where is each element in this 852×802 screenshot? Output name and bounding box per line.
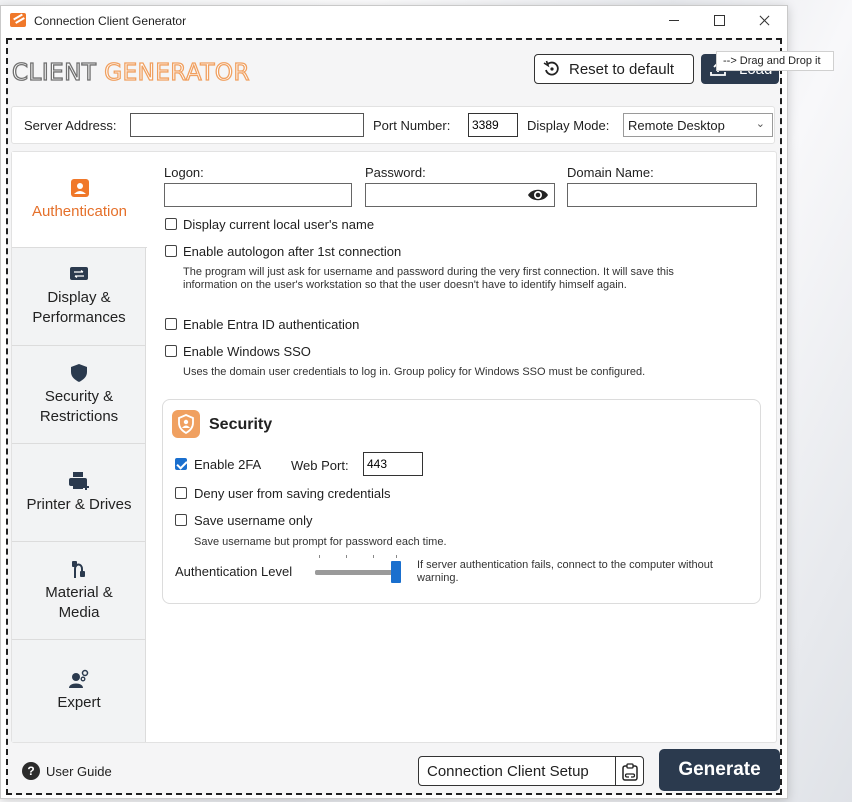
sidebar-item-label: Security & Restrictions: [39, 387, 119, 425]
windows-sso-label: Enable Windows SSO: [183, 344, 311, 359]
sidebar-item-display[interactable]: Display & Performances: [12, 248, 146, 346]
display-user-label: Display current local user's name: [183, 217, 375, 232]
slider-tick: [373, 555, 374, 558]
security-shield-icon: [172, 410, 200, 438]
enable-2fa-label: Enable 2FA: [194, 457, 262, 472]
logo-part2: GENERATOR: [104, 59, 251, 86]
display-icon: [70, 266, 88, 280]
slider-thumb[interactable]: [391, 561, 401, 583]
windows-sso-description: Uses the domain user credentials to log …: [183, 366, 646, 378]
port-number-label: Port Number:: [373, 118, 451, 133]
autologon-label: Enable autologon after 1st connection: [183, 244, 402, 259]
slider-tick: [396, 555, 397, 558]
security-card: Security Enable 2FA Web Port: Deny user …: [162, 399, 761, 604]
deny-save-credentials-label: Deny user from saving credentials: [194, 486, 391, 501]
printer-icon: [69, 471, 89, 490]
slider-tick: [346, 555, 347, 558]
minimize-button[interactable]: [651, 6, 697, 36]
app-logo-icon: [10, 13, 26, 27]
user-badge-icon: [70, 178, 89, 197]
enable-2fa-checkbox[interactable]: [175, 458, 187, 470]
entra-id-checkbox[interactable]: [165, 318, 177, 330]
save-username-description: Save username but prompt for password ea…: [194, 536, 447, 548]
display-mode-value: Remote Desktop: [628, 118, 725, 133]
settings-panel: Authentication Display & Performances Se…: [11, 151, 777, 743]
autologon-checkbox[interactable]: [165, 245, 177, 257]
close-button[interactable]: [741, 6, 787, 36]
app-window: Connection Client Generator CLIENT GENER…: [0, 5, 788, 799]
button-divider: [615, 757, 616, 785]
shield-icon: [71, 363, 87, 382]
sidebar-item-label: Material & Media: [45, 583, 113, 621]
authentication-level-label: Authentication Level: [175, 564, 293, 579]
authentication-level-description: If server authentication fails, connect …: [417, 559, 713, 584]
sidebar: Authentication Display & Performances Se…: [12, 152, 147, 742]
sidebar-item-label: Printer & Drives: [26, 495, 132, 513]
sidebar-item-security[interactable]: Security & Restrictions: [12, 346, 146, 444]
maximize-button[interactable]: [696, 6, 742, 36]
generate-button[interactable]: Generate: [659, 749, 780, 791]
sidebar-item-expert[interactable]: Expert: [12, 640, 146, 742]
sidebar-item-media[interactable]: Material & Media: [12, 542, 146, 640]
logon-label: Logon:: [164, 165, 204, 180]
domain-name-input[interactable]: [567, 183, 757, 207]
media-icon: [72, 560, 85, 578]
user-guide-label: User Guide: [46, 763, 112, 779]
deny-save-credentials-checkbox[interactable]: [175, 487, 187, 499]
sidebar-item-label: Expert: [57, 694, 101, 711]
security-title: Security: [209, 416, 273, 433]
title-bar: Connection Client Generator: [1, 6, 787, 36]
save-username-label: Save username only: [194, 513, 313, 528]
password-label: Password:: [365, 165, 426, 180]
server-settings-row: Server Address: Port Number: Display Mod…: [11, 106, 775, 144]
client-generator-logo: CLIENT GENERATOR: [11, 59, 251, 86]
entra-id-label: Enable Entra ID authentication: [183, 317, 360, 332]
web-port-label: Web Port:: [291, 458, 349, 473]
generate-label: Generate: [678, 759, 761, 780]
reset-label: Reset to default: [569, 60, 675, 78]
port-number-input[interactable]: [468, 113, 518, 137]
chevron-down-icon: ⌄: [755, 118, 765, 130]
sidebar-item-authentication[interactable]: Authentication: [12, 152, 147, 248]
slider-fill: [315, 570, 399, 575]
authentication-level-slider[interactable]: [315, 570, 399, 575]
connection-client-setup-button[interactable]: Connection Client Setup: [418, 756, 644, 786]
logon-input[interactable]: [164, 183, 352, 207]
sidebar-item-label: Display & Performances: [32, 288, 126, 326]
server-address-input[interactable]: [130, 113, 364, 137]
windows-sso-checkbox[interactable]: [165, 345, 177, 357]
reset-icon: [543, 60, 559, 76]
drag-drop-tooltip: --> Drag and Drop it: [716, 51, 834, 71]
expert-icon: [69, 669, 89, 688]
save-username-checkbox[interactable]: [175, 514, 187, 526]
main-content: CLIENT GENERATOR Reset to default Load S…: [6, 38, 782, 795]
autologon-description: The program will just ask for username a…: [183, 266, 674, 291]
slider-tick: [319, 555, 320, 558]
help-icon: ?: [22, 762, 40, 780]
show-password-icon[interactable]: [527, 187, 549, 203]
domain-name-label: Domain Name:: [567, 165, 654, 180]
user-guide-link[interactable]: ? User Guide: [22, 762, 112, 780]
display-user-checkbox[interactable]: [165, 218, 177, 230]
logo-part1: CLIENT: [11, 59, 97, 86]
sidebar-item-printer[interactable]: Printer & Drives: [12, 444, 146, 542]
setup-label: Connection Client Setup: [427, 763, 589, 780]
display-mode-select[interactable]: Remote Desktop ⌄: [623, 113, 773, 137]
sidebar-item-label: Authentication: [31, 202, 128, 220]
reset-to-default-button[interactable]: Reset to default: [534, 54, 694, 84]
display-mode-label: Display Mode:: [527, 118, 610, 133]
window-title: Connection Client Generator: [34, 14, 187, 28]
web-port-input[interactable]: [363, 452, 423, 476]
server-address-label: Server Address:: [24, 118, 117, 133]
clipboard-link-icon[interactable]: [622, 763, 638, 781]
